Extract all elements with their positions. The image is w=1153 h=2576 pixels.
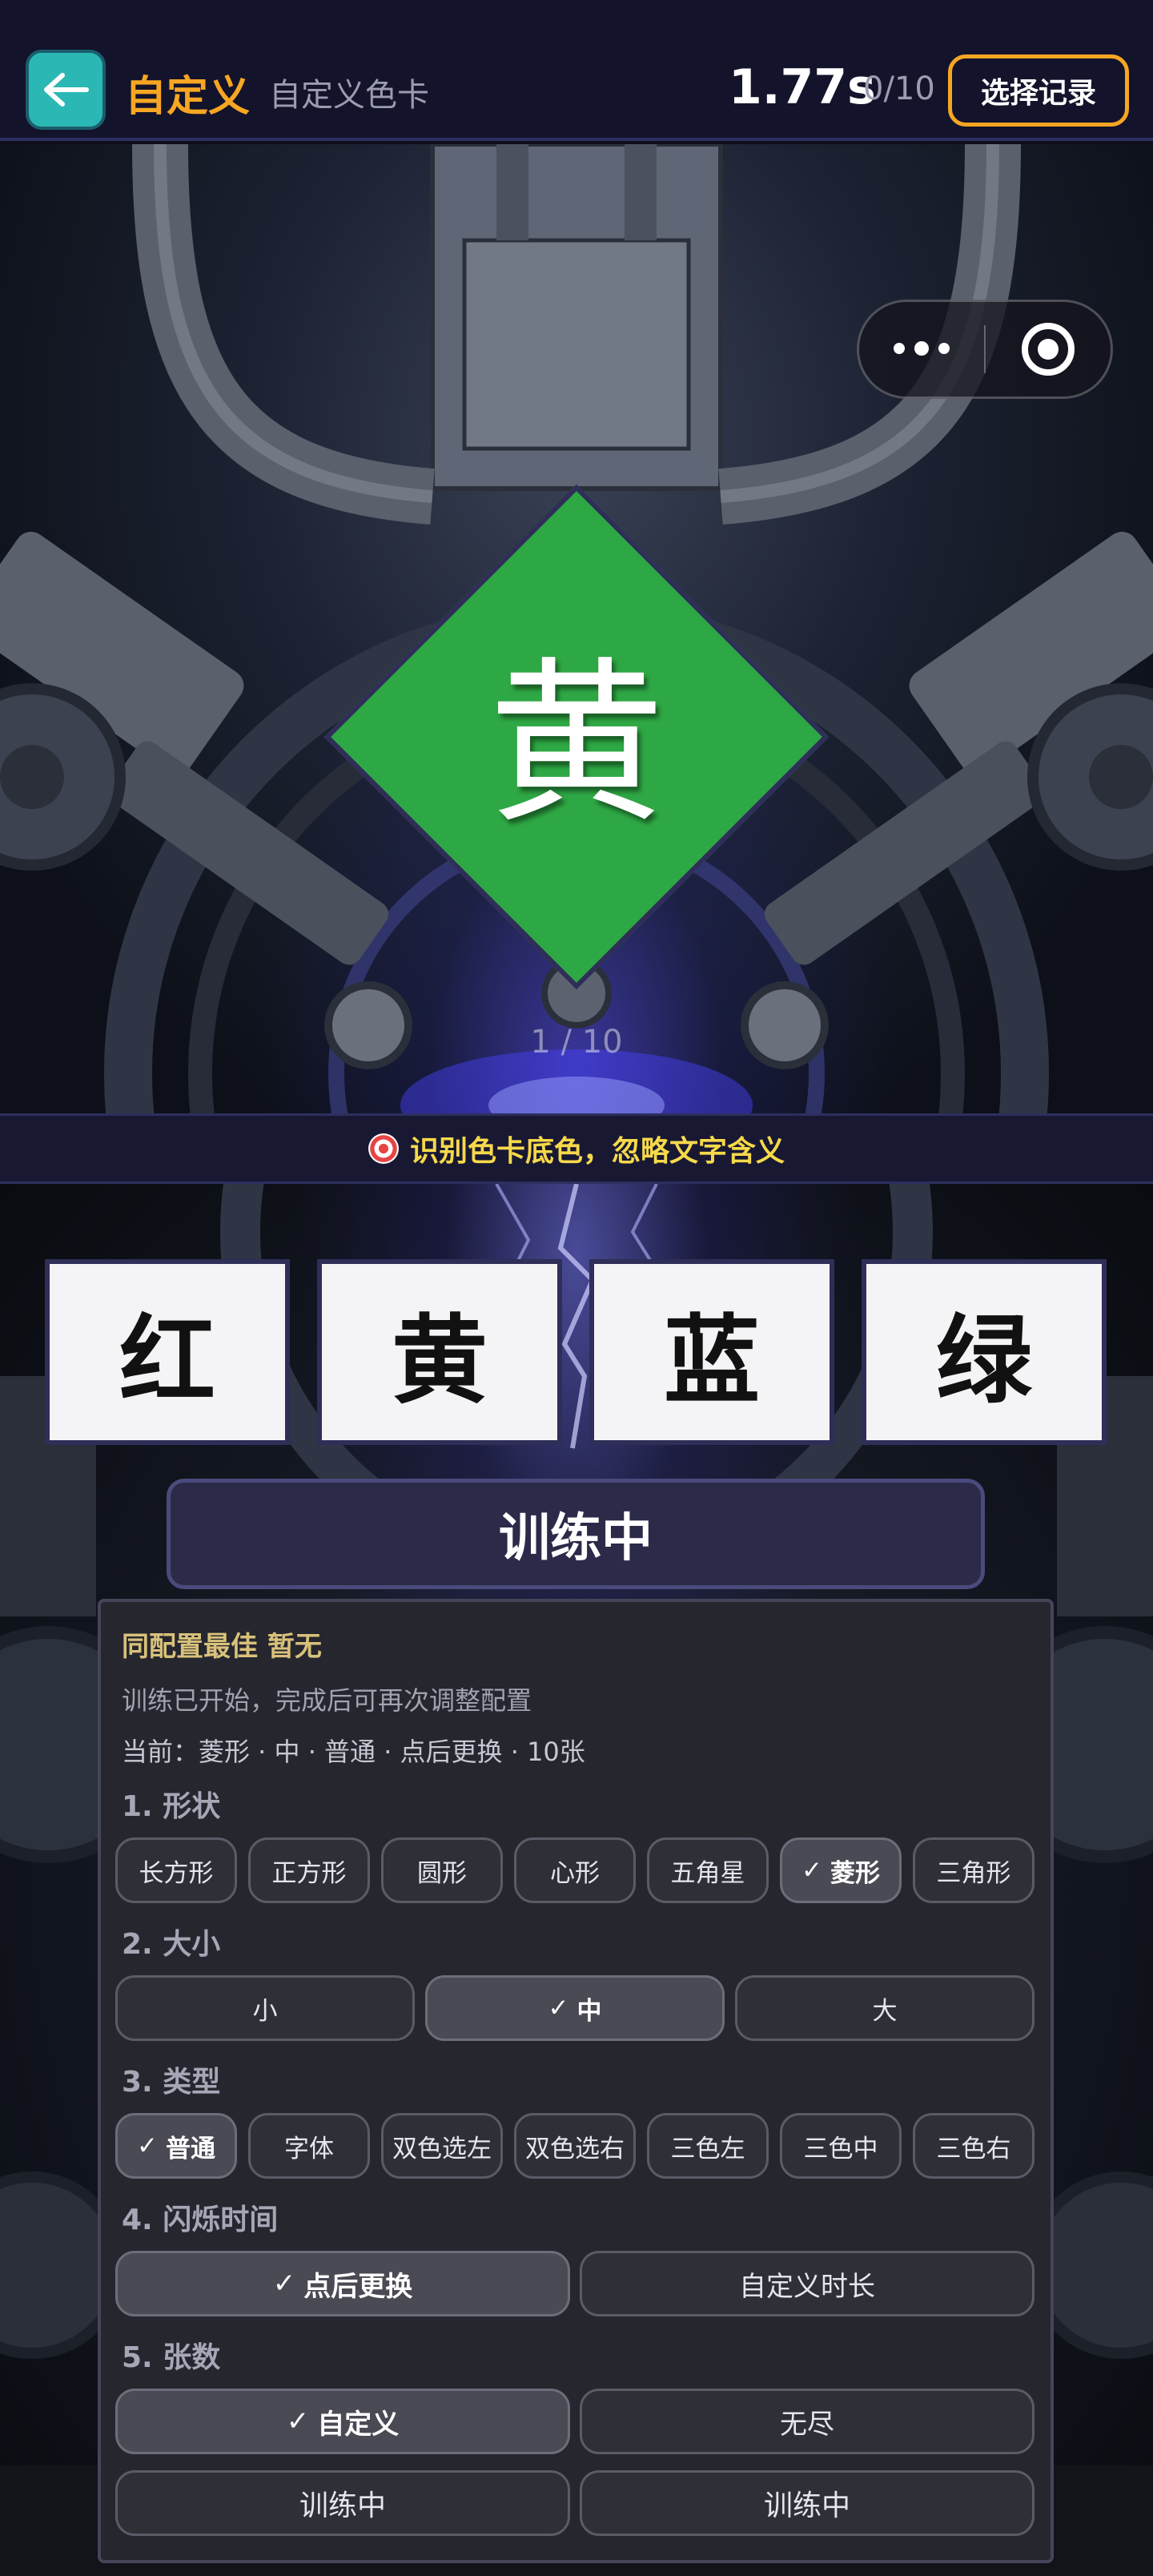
arrow-left-icon	[44, 73, 89, 107]
option-cards-custom-label: 自定义	[317, 2408, 400, 2441]
checkmark-icon: ✓	[286, 2405, 310, 2437]
option-cards-endless[interactable]: 无尽	[580, 2389, 1034, 2454]
option-heart[interactable]: 心形	[514, 1837, 636, 1903]
color-card-text: 黄	[488, 642, 665, 847]
option-size-medium[interactable]: ✓ 中	[425, 1975, 725, 2041]
answer-button-green[interactable]: 绿	[862, 1259, 1107, 1445]
option-diamond[interactable]: ✓ 菱形	[780, 1837, 902, 1903]
mini-program-capsule	[857, 300, 1113, 399]
option-flash-on-click-label: 点后更换	[303, 2270, 413, 2303]
checkmark-icon: ✓	[548, 1994, 569, 2023]
option-square[interactable]: 正方形	[248, 1837, 370, 1903]
section-title-cards: 5. 张数	[122, 2341, 221, 2374]
option-type-dual-left[interactable]: 双色选左	[381, 2113, 503, 2179]
training-status-button[interactable]: 训练中	[167, 1479, 985, 1589]
page: 自定义 自定义色卡 1.77s 0/10 选择记录 黄 1 / 10 识别色卡底…	[0, 0, 1153, 2576]
section-title-type: 3. 类型	[122, 2066, 221, 2099]
answer-button-blue[interactable]: 蓝	[589, 1259, 834, 1445]
option-size-small[interactable]: 小	[115, 1975, 415, 2041]
option-type-dual-right[interactable]: 双色选右	[514, 2113, 636, 2179]
answer-area: 红 黄 蓝 绿 训练中 同配置最佳 暂无 训练已开始，完成后可再次调整配置 当前…	[0, 1184, 1153, 2576]
option-flash-custom[interactable]: 自定义时长	[580, 2251, 1034, 2316]
option-flash-on-click[interactable]: ✓ 点后更换	[115, 2251, 570, 2316]
target-emoji-icon	[368, 1133, 399, 1164]
option-size-large[interactable]: 大	[735, 1975, 1034, 2041]
select-record-button[interactable]: 选择记录	[948, 54, 1129, 127]
section-title-shape: 1. 形状	[122, 1790, 221, 1823]
page-subtitle: 自定义色卡	[269, 77, 429, 114]
header: 自定义 自定义色卡 1.77s 0/10 选择记录	[0, 0, 1153, 141]
hint-text: 识别色卡底色，忽略文字含义	[409, 1135, 785, 1168]
timer: 1.77s	[729, 59, 876, 115]
option-star[interactable]: 五角星	[647, 1837, 769, 1903]
option-rectangle[interactable]: 长方形	[115, 1837, 237, 1903]
training-button-right[interactable]: 训练中	[580, 2470, 1034, 2536]
page-title: 自定义	[125, 73, 251, 121]
answer-button-yellow[interactable]: 黄	[317, 1259, 562, 1445]
card-progress: 1 / 10	[530, 1024, 623, 1061]
option-type-normal-label: 普通	[165, 2134, 215, 2163]
hint-bar: 识别色卡底色，忽略文字含义	[0, 1113, 1153, 1184]
config-panel: 同配置最佳 暂无 训练已开始，完成后可再次调整配置 当前：菱形 · 中 · 普通…	[98, 1599, 1054, 2563]
option-type-normal[interactable]: ✓ 普通	[115, 2113, 237, 2179]
current-config: 当前：菱形 · 中 · 普通 · 点后更换 · 10张	[122, 1737, 585, 1767]
option-cards-custom[interactable]: ✓ 自定义	[115, 2389, 570, 2454]
training-button-left[interactable]: 训练中	[115, 2470, 570, 2536]
answer-button-red[interactable]: 红	[45, 1259, 290, 1445]
game-scene: 黄 1 / 10	[0, 144, 1153, 1113]
more-dots-icon[interactable]	[859, 341, 984, 356]
option-type-tri-right[interactable]: 三色右	[913, 2113, 1034, 2179]
back-button[interactable]	[26, 50, 106, 130]
option-size-medium-label: 中	[576, 1996, 602, 2026]
option-triangle[interactable]: 三角形	[913, 1837, 1034, 1903]
progress-count: 0/10	[863, 70, 935, 107]
best-record: 同配置最佳 暂无	[122, 1631, 322, 1663]
checkmark-icon: ✓	[137, 2131, 158, 2160]
option-type-font[interactable]: 字体	[248, 2113, 370, 2179]
answer-options: 红 黄 蓝 绿	[45, 1259, 1108, 1445]
option-diamond-label: 菱形	[830, 1858, 880, 1888]
option-type-tri-left[interactable]: 三色左	[647, 2113, 769, 2179]
target-circle-icon[interactable]	[986, 323, 1111, 376]
section-title-size: 2. 大小	[122, 1928, 221, 1961]
config-note: 训练已开始，完成后可再次调整配置	[122, 1685, 532, 1716]
checkmark-icon: ✓	[801, 1856, 822, 1885]
section-title-flash: 4. 闪烁时间	[122, 2204, 279, 2236]
option-circle[interactable]: 圆形	[381, 1837, 503, 1903]
checkmark-icon: ✓	[272, 2268, 296, 2300]
option-type-tri-middle[interactable]: 三色中	[780, 2113, 902, 2179]
